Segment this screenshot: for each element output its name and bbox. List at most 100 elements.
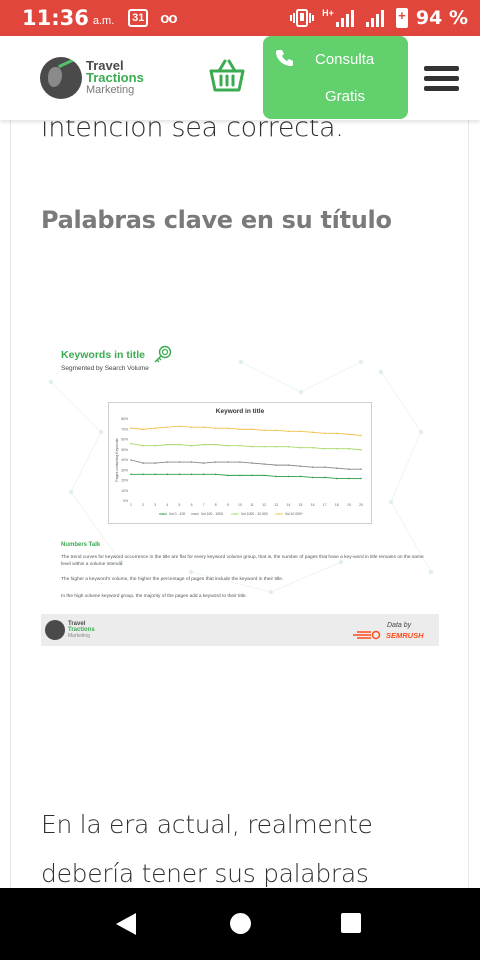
consulta-gratis-button[interactable]: Consulta Gratis xyxy=(263,36,408,119)
series-point xyxy=(190,461,193,463)
phone-icon xyxy=(276,50,293,66)
y-tick-label: 40% xyxy=(121,458,128,462)
series-point xyxy=(154,427,157,430)
legend-label: Vol 10 000+ xyxy=(285,512,303,516)
series-point xyxy=(202,462,205,464)
series-point xyxy=(323,447,326,450)
series-point xyxy=(311,476,314,479)
series-point xyxy=(202,426,205,428)
series-point xyxy=(263,445,265,448)
x-tick-label: 4 xyxy=(166,503,168,507)
series-point xyxy=(214,473,217,476)
series-point xyxy=(178,473,181,476)
consulta-label-line1: Consulta xyxy=(315,51,375,68)
series-point xyxy=(166,443,169,446)
series-point xyxy=(311,466,314,468)
series-point xyxy=(178,425,181,427)
series-line-0 xyxy=(131,473,361,479)
series-point xyxy=(323,432,326,435)
recents-square-icon[interactable] xyxy=(341,913,361,933)
series-point xyxy=(323,466,326,468)
series-point xyxy=(360,477,362,480)
series-point xyxy=(335,477,338,480)
series-point xyxy=(299,446,302,449)
series-point xyxy=(178,443,181,446)
series-point xyxy=(178,461,181,463)
keywords-infographic: Keywords in title Segmented by Search Vo… xyxy=(41,342,439,646)
status-ampm: a.m. xyxy=(92,15,115,27)
article-heading: Palabras clave en su título xyxy=(41,206,392,234)
consulta-label-line2: Gratis xyxy=(325,88,366,105)
numbers-talk-paragraph-1: The trend curves for keyword occurrence … xyxy=(61,555,424,567)
signal-icon xyxy=(335,9,358,27)
x-tick-label: 3 xyxy=(154,503,156,507)
series-point xyxy=(130,473,132,476)
numbers-talk-paragraph-3: In the high volume keyword group, the ma… xyxy=(61,594,247,599)
x-tick-label: 20 xyxy=(359,503,363,507)
series-point xyxy=(299,475,302,478)
home-circle-icon[interactable] xyxy=(230,913,251,934)
series-point xyxy=(251,428,253,431)
series-point xyxy=(299,430,302,433)
legend-label: Vol 0 - 100 xyxy=(169,512,185,516)
globe-logo-icon xyxy=(40,57,82,99)
site-logo[interactable]: Travel Tractions Marketing xyxy=(40,57,144,99)
article-paragraph-bottom: En la era actual, realmente debería tene… xyxy=(41,800,461,898)
series-point xyxy=(287,445,290,448)
battery-percent: 94 % xyxy=(415,7,468,29)
series-line-1 xyxy=(130,459,361,470)
series-point xyxy=(142,428,144,431)
series-point xyxy=(166,461,169,463)
series-point xyxy=(287,475,290,478)
series-line-2 xyxy=(130,443,362,451)
key-target-icon xyxy=(154,345,172,363)
logo-line3: Marketing xyxy=(86,84,135,96)
series-point xyxy=(348,433,350,436)
legend-swatch-point xyxy=(234,513,236,515)
series-point xyxy=(227,444,229,447)
series-point xyxy=(360,448,362,451)
series-point xyxy=(214,427,217,430)
x-tick-label: 2 xyxy=(142,503,144,507)
status-bar: 11:36 a.m. 31 oo H+ 94 % xyxy=(0,0,480,36)
hamburger-icon[interactable] xyxy=(424,66,459,92)
series-point xyxy=(130,459,132,461)
chart-title: Keyword in title xyxy=(216,408,265,415)
series-point xyxy=(275,475,278,478)
series-point xyxy=(166,426,169,428)
x-tick-label: 13 xyxy=(274,503,278,507)
article-card: intención sea correcta. Palabras clave e… xyxy=(10,100,469,900)
infographic-title: Keywords in title xyxy=(61,349,146,361)
series-point xyxy=(360,468,362,471)
x-tick-label: 9 xyxy=(227,503,229,507)
network-type-label: H+ xyxy=(322,8,334,18)
logo-text: Travel Tractions Marketing xyxy=(86,59,144,96)
series-point xyxy=(323,476,326,479)
series-point xyxy=(251,462,253,464)
series-point xyxy=(287,464,290,466)
back-triangle-icon[interactable] xyxy=(114,912,138,936)
series-point xyxy=(130,442,132,445)
basket-icon[interactable] xyxy=(208,58,246,94)
footer-logo-line3: Marketing xyxy=(68,633,90,639)
y-tick-label: 30% xyxy=(121,468,128,472)
y-tick-label: 0% xyxy=(123,499,128,503)
series-point xyxy=(227,427,229,430)
battery-icon xyxy=(395,8,408,28)
status-indicators: H+ 94 % xyxy=(290,7,468,29)
infographic-footer: Travel Tractions Marketing Data by SEMRU… xyxy=(41,614,439,646)
y-tick-label: 70% xyxy=(121,427,128,431)
series-point xyxy=(202,443,205,446)
legend-label: Vol 1000 - 10 000 xyxy=(241,512,268,516)
series-point xyxy=(239,461,241,463)
x-tick-label: 10 xyxy=(238,503,242,507)
y-tick-label: 10% xyxy=(121,489,128,493)
semrush-brand: SEMRUSH xyxy=(386,631,424,640)
series-point xyxy=(214,461,217,463)
voicemail-icon: oo xyxy=(160,9,177,27)
series-point xyxy=(287,430,290,433)
series-point xyxy=(299,465,302,467)
series-point xyxy=(263,463,265,465)
y-tick-label: 60% xyxy=(121,438,128,442)
series-point xyxy=(166,473,169,476)
